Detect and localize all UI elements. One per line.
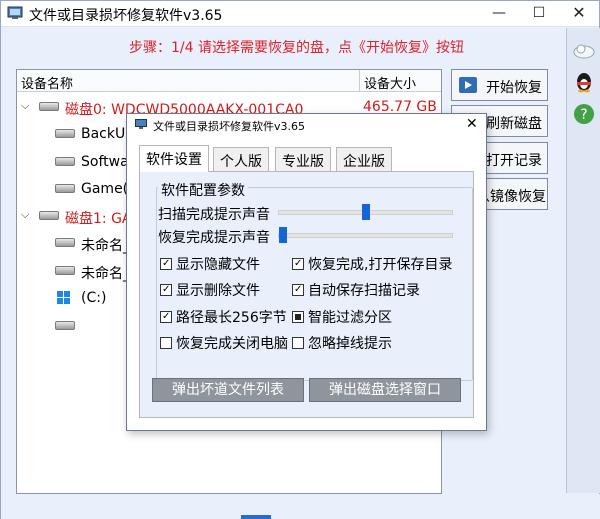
status-bar bbox=[1, 494, 600, 519]
tree-row-label: (C:) bbox=[81, 290, 107, 306]
partition-icon bbox=[55, 157, 75, 166]
app-icon bbox=[7, 6, 23, 19]
tree-row-label: 未命名_ bbox=[81, 238, 130, 254]
checkbox-box[interactable] bbox=[292, 337, 304, 349]
tab-personal[interactable]: 个人版 bbox=[213, 147, 269, 171]
windows-logo-icon bbox=[57, 291, 71, 305]
tab-professional[interactable]: 专业版 bbox=[275, 147, 331, 171]
checkbox-box[interactable] bbox=[160, 311, 172, 323]
checkbox-label: 路径最长256字节 bbox=[176, 310, 287, 326]
right-toolbar: ? bbox=[566, 28, 600, 493]
checkbox-box[interactable] bbox=[160, 258, 172, 270]
hard-disk-icon bbox=[39, 102, 59, 111]
show-deleted-files-checkbox[interactable]: 显示删除文件 bbox=[160, 280, 260, 300]
app-icon bbox=[135, 119, 147, 129]
checkbox-label: 自动保存扫描记录 bbox=[308, 283, 420, 299]
tab-enterprise[interactable]: 企业版 bbox=[336, 147, 392, 171]
open-save-dir-checkbox[interactable]: 恢复完成,打开保存目录 bbox=[292, 254, 452, 274]
checkbox-box[interactable] bbox=[292, 284, 304, 296]
tab-software-settings[interactable]: 软件设置 bbox=[139, 145, 209, 172]
checkbox-label: 忽略掉线提示 bbox=[308, 336, 392, 352]
start-recovery-label: 开始恢复 bbox=[486, 80, 542, 96]
partition-icon bbox=[55, 238, 75, 247]
max-path-256-checkbox[interactable]: 路径最长256字节 bbox=[160, 307, 287, 327]
column-header: 设备名称 设备大小 bbox=[17, 70, 441, 92]
ignore-disconnect-checkbox[interactable]: 忽略掉线提示 bbox=[292, 333, 392, 353]
checkbox-box[interactable] bbox=[292, 258, 304, 270]
close-button[interactable]: ✕ bbox=[559, 1, 599, 27]
checkbox-label: 恢复完成关闭电脑 bbox=[176, 336, 288, 352]
partition-icon bbox=[55, 184, 75, 193]
refresh-disk-label: 刷新磁盘 bbox=[486, 116, 542, 132]
scan-sound-slider[interactable] bbox=[278, 204, 453, 220]
checkbox-label: 恢复完成,打开保存目录 bbox=[308, 257, 453, 273]
restore-sound-label: 恢复完成提示声音 bbox=[158, 230, 270, 246]
open-record-label: 打开记录 bbox=[486, 153, 542, 169]
progress-indicator bbox=[241, 515, 271, 519]
title-bar: 文件或目录损坏修复软件v3.65 — ☐ ✕ bbox=[1, 1, 599, 27]
checkbox-label: 显示隐藏文件 bbox=[176, 257, 260, 273]
show-hidden-files-checkbox[interactable]: 显示隐藏文件 bbox=[160, 254, 260, 274]
dialog-title-bar: 文件或目录损坏修复软件v3.65 ✕ bbox=[127, 114, 486, 136]
maximize-button[interactable]: ☐ bbox=[519, 1, 559, 27]
play-icon bbox=[459, 77, 477, 93]
minimize-button[interactable]: — bbox=[479, 1, 519, 27]
partition-icon bbox=[55, 266, 75, 275]
restore-sound-slider[interactable] bbox=[278, 227, 453, 243]
checkbox-label: 显示删除文件 bbox=[176, 283, 260, 299]
window-title: 文件或目录损坏修复软件v3.65 bbox=[29, 8, 223, 24]
checkbox-box[interactable] bbox=[292, 311, 304, 323]
slider-thumb[interactable] bbox=[362, 204, 370, 220]
column-device-name[interactable]: 设备名称 bbox=[21, 73, 73, 92]
help-icon[interactable]: ? bbox=[572, 102, 596, 126]
slider-thumb[interactable] bbox=[279, 227, 287, 243]
auto-save-scan-checkbox[interactable]: 自动保存扫描记录 bbox=[292, 280, 420, 300]
checkbox-box[interactable] bbox=[160, 284, 172, 296]
tab-panel: 软件配置参数 扫描完成提示声音 恢复完成提示声音 显示隐藏文件 恢复完成,打开保… bbox=[139, 171, 474, 418]
scan-sound-label: 扫描完成提示声音 bbox=[158, 207, 270, 223]
show-bad-sector-list-button[interactable]: 弹出坏道文件列表 bbox=[152, 378, 304, 402]
checkbox-box[interactable] bbox=[160, 337, 172, 349]
chevron-down-icon[interactable]: ⌵ bbox=[21, 208, 29, 222]
tree-row-label: 未命名_ bbox=[81, 266, 130, 282]
column-device-size[interactable]: 设备大小 bbox=[359, 70, 443, 92]
smart-filter-partition-checkbox[interactable]: 智能过滤分区 bbox=[292, 307, 392, 327]
qq-penguin-icon[interactable] bbox=[572, 70, 596, 94]
start-recovery-button[interactable]: 开始恢复 bbox=[451, 69, 548, 101]
group-title: 软件配置参数 bbox=[158, 180, 248, 200]
svg-text:?: ? bbox=[580, 107, 587, 123]
dialog-close-button[interactable]: ✕ bbox=[466, 116, 478, 132]
shutdown-after-restore-checkbox[interactable]: 恢复完成关闭电脑 bbox=[160, 333, 288, 353]
partition-icon bbox=[55, 321, 75, 330]
settings-dialog: 文件或目录损坏修复软件v3.65 ✕ 软件设置 个人版 专业版 企业版 软件配置… bbox=[126, 113, 487, 431]
partition-icon bbox=[55, 129, 75, 138]
chevron-down-icon[interactable]: ⌵ bbox=[21, 99, 29, 113]
cloud-icon[interactable] bbox=[572, 38, 596, 62]
show-disk-select-button[interactable]: 弹出磁盘选择窗口 bbox=[309, 378, 461, 402]
step-instruction: 步骤：1/4 请选择需要恢复的盘，点《开始恢复》按钮 bbox=[129, 40, 464, 56]
dialog-title: 文件或目录损坏修复软件v3.65 bbox=[153, 120, 306, 133]
checkbox-label: 智能过滤分区 bbox=[308, 310, 392, 326]
hard-disk-icon bbox=[39, 211, 59, 220]
